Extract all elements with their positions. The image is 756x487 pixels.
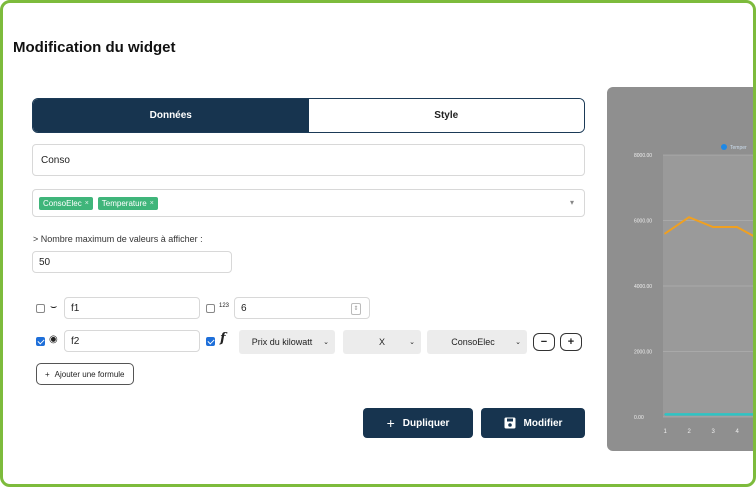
formula-type-icon: f bbox=[220, 331, 226, 346]
duplicate-button[interactable]: + Dupliquer bbox=[363, 408, 473, 438]
widget-edit-dialog: Modification du widget Données Style Con… bbox=[0, 0, 756, 487]
y-tick-label: 0.00 bbox=[634, 415, 644, 421]
sources-multiselect[interactable]: ConsoElec × Temperature × ▾ bbox=[32, 189, 585, 217]
source-chip-label: ConsoElec bbox=[43, 198, 82, 208]
chevron-down-icon: ⌄ bbox=[515, 339, 521, 346]
x-tick-label: 4 bbox=[736, 429, 740, 435]
formula-name-input[interactable]: f1 bbox=[64, 297, 200, 319]
y-tick-label: 8000.00 bbox=[634, 153, 652, 159]
legend-marker bbox=[721, 144, 727, 150]
chip-remove-icon[interactable]: × bbox=[85, 200, 89, 207]
source-chip[interactable]: Temperature × bbox=[97, 196, 158, 210]
legend-label: Temper bbox=[730, 145, 747, 151]
add-formula-label: Ajouter une formule bbox=[54, 369, 125, 379]
formula-name-input[interactable]: f2 bbox=[64, 330, 200, 352]
remove-formula-button[interactable]: − bbox=[533, 333, 555, 351]
dialog-title: Modification du widget bbox=[13, 39, 176, 56]
chart-svg: 8000.006000.004000.002000.000.0012345Tem… bbox=[634, 144, 753, 435]
modify-label: Modifier bbox=[523, 417, 563, 429]
number-type-icon: 123 bbox=[219, 303, 230, 309]
max-values-label: > Nombre maximum de valeurs à afficher : bbox=[33, 234, 203, 244]
x-tick-label: 1 bbox=[664, 429, 668, 435]
x-tick-label: 2 bbox=[688, 429, 692, 435]
type-checkbox[interactable] bbox=[206, 304, 215, 313]
data-point bbox=[736, 413, 738, 416]
y-tick-label: 2000.00 bbox=[634, 350, 652, 356]
y-tick-label: 6000.00 bbox=[634, 219, 652, 225]
chevron-down-icon[interactable]: ▾ bbox=[570, 198, 574, 207]
add-formula-button[interactable]: + Ajouter une formule bbox=[36, 363, 134, 385]
formula-select-2-value: ConsoElec bbox=[451, 337, 495, 347]
data-point bbox=[688, 413, 690, 416]
operator-select[interactable]: X ⌄ bbox=[343, 330, 421, 354]
source-chip-label: Temperature bbox=[101, 198, 147, 208]
data-point bbox=[664, 232, 666, 235]
formula-select-1[interactable]: Prix du kilowatt ⌄ bbox=[239, 330, 335, 354]
add-row-button[interactable]: + bbox=[560, 333, 582, 351]
modify-button[interactable]: Modifier bbox=[481, 408, 585, 438]
formula-select-2[interactable]: ConsoElec ⌄ bbox=[427, 330, 527, 354]
spinner-icon[interactable]: ⇕ bbox=[351, 303, 361, 315]
plus-icon: + bbox=[45, 369, 50, 379]
visibility-off-icon[interactable]: ⌣ bbox=[50, 301, 57, 314]
tab-donnees[interactable]: Données bbox=[33, 99, 309, 132]
tab-style[interactable]: Style bbox=[308, 99, 584, 132]
x-tick-label: 3 bbox=[712, 429, 716, 435]
y-tick-label: 4000.00 bbox=[634, 284, 652, 290]
formula-value-input[interactable]: 6 ⇕ bbox=[234, 297, 370, 319]
type-checkbox[interactable] bbox=[206, 337, 215, 346]
data-point bbox=[712, 413, 714, 416]
data-point bbox=[664, 413, 666, 416]
visibility-icon[interactable]: ◉ bbox=[49, 334, 58, 345]
plus-icon: + bbox=[386, 415, 395, 431]
formula-select-1-value: Prix du kilowatt bbox=[251, 337, 313, 347]
formula-checkbox[interactable] bbox=[36, 304, 45, 313]
tab-bar: Données Style bbox=[32, 98, 585, 133]
formula-checkbox[interactable] bbox=[36, 337, 45, 346]
data-point bbox=[688, 216, 690, 219]
duplicate-label: Dupliquer bbox=[402, 417, 450, 429]
data-point bbox=[712, 226, 714, 228]
source-chip[interactable]: ConsoElec × bbox=[39, 196, 93, 210]
chart-preview: 8000.006000.004000.002000.000.0012345Tem… bbox=[607, 87, 753, 451]
widget-name-input[interactable]: Conso bbox=[32, 144, 585, 176]
data-point bbox=[736, 226, 738, 228]
max-values-input[interactable]: 50 bbox=[32, 251, 232, 273]
operator-select-value: X bbox=[378, 337, 385, 347]
formula-value-text: 6 bbox=[241, 302, 247, 314]
chip-remove-icon[interactable]: × bbox=[150, 200, 154, 207]
save-icon bbox=[504, 417, 516, 429]
chevron-down-icon: ⌄ bbox=[323, 339, 329, 346]
chevron-down-icon: ⌄ bbox=[409, 339, 415, 346]
